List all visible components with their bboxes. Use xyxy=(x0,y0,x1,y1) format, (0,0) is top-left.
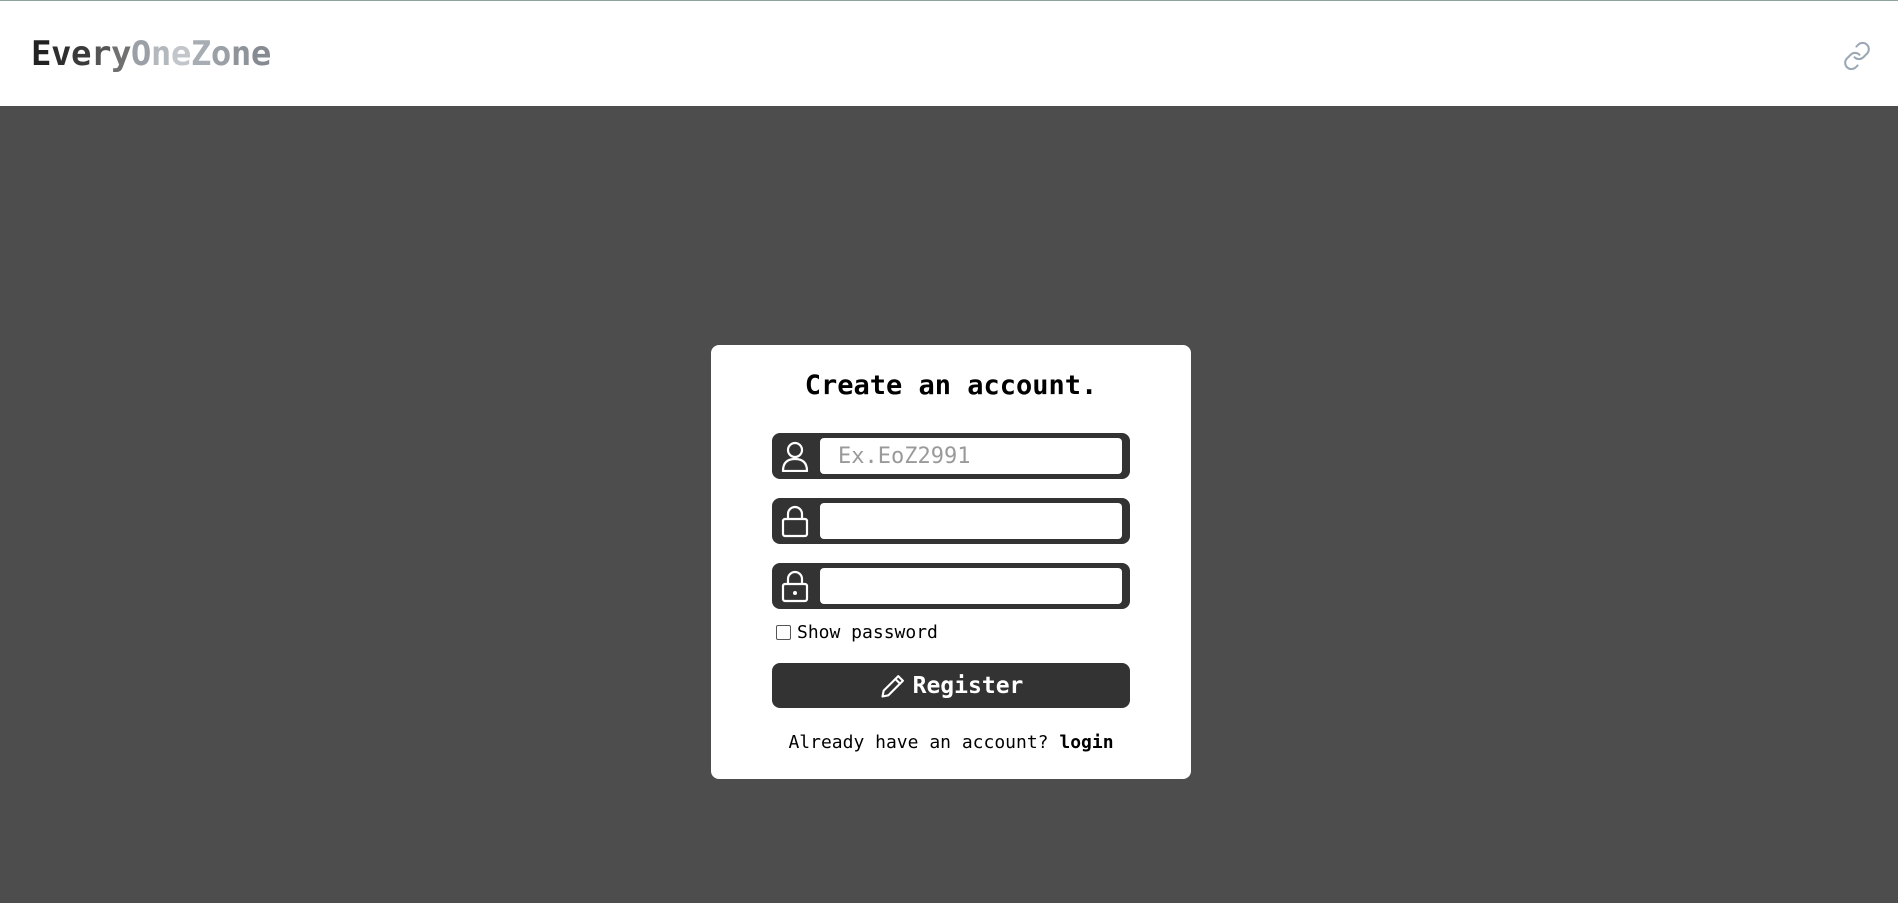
logo-letter: E xyxy=(31,34,51,74)
confirm-password-field-group xyxy=(772,563,1130,609)
register-button[interactable]: Register xyxy=(772,663,1130,708)
login-prompt: Already have an account? login xyxy=(711,731,1191,755)
logo-letter: y xyxy=(110,34,131,74)
logo-letter: n xyxy=(230,34,251,74)
register-label: Register xyxy=(912,672,1024,699)
link-icon xyxy=(1844,41,1870,71)
lock-icon xyxy=(778,504,812,538)
logo-letter: n xyxy=(150,34,171,74)
register-card: Create an account. Ex.EoZ2991 Show passw… xyxy=(711,345,1191,779)
user-icon xyxy=(778,439,812,473)
confirm-password-input[interactable] xyxy=(820,568,1122,604)
logo-letter: o xyxy=(210,34,231,74)
logo-letter: v xyxy=(50,34,71,74)
site-logo[interactable]: EveryOneZone xyxy=(31,34,271,74)
login-link[interactable]: login xyxy=(1059,732,1113,753)
logo-letter: O xyxy=(130,34,151,74)
logo-letter: e xyxy=(170,34,191,74)
password-input[interactable] xyxy=(820,503,1122,539)
pencil-icon xyxy=(879,672,907,700)
form-title: Create an account. xyxy=(804,370,1098,401)
link-button[interactable] xyxy=(1840,39,1874,73)
password-field-group xyxy=(772,498,1130,544)
login-prompt-text: Already have an account? xyxy=(788,732,1060,753)
show-password-checkbox[interactable] xyxy=(776,624,791,640)
logo-letter: r xyxy=(90,34,111,74)
logo-letter: e xyxy=(70,34,91,74)
top-header: EveryOneZone xyxy=(0,0,1898,106)
username-field-group xyxy=(772,433,1130,479)
logo-letter: e xyxy=(250,34,271,74)
show-password-toggle[interactable]: Show password xyxy=(776,621,938,643)
logo-letter: Z xyxy=(190,34,211,74)
username-input[interactable] xyxy=(820,438,1122,474)
lock-keyhole-icon xyxy=(778,569,812,603)
show-password-label: Show password xyxy=(797,621,938,643)
